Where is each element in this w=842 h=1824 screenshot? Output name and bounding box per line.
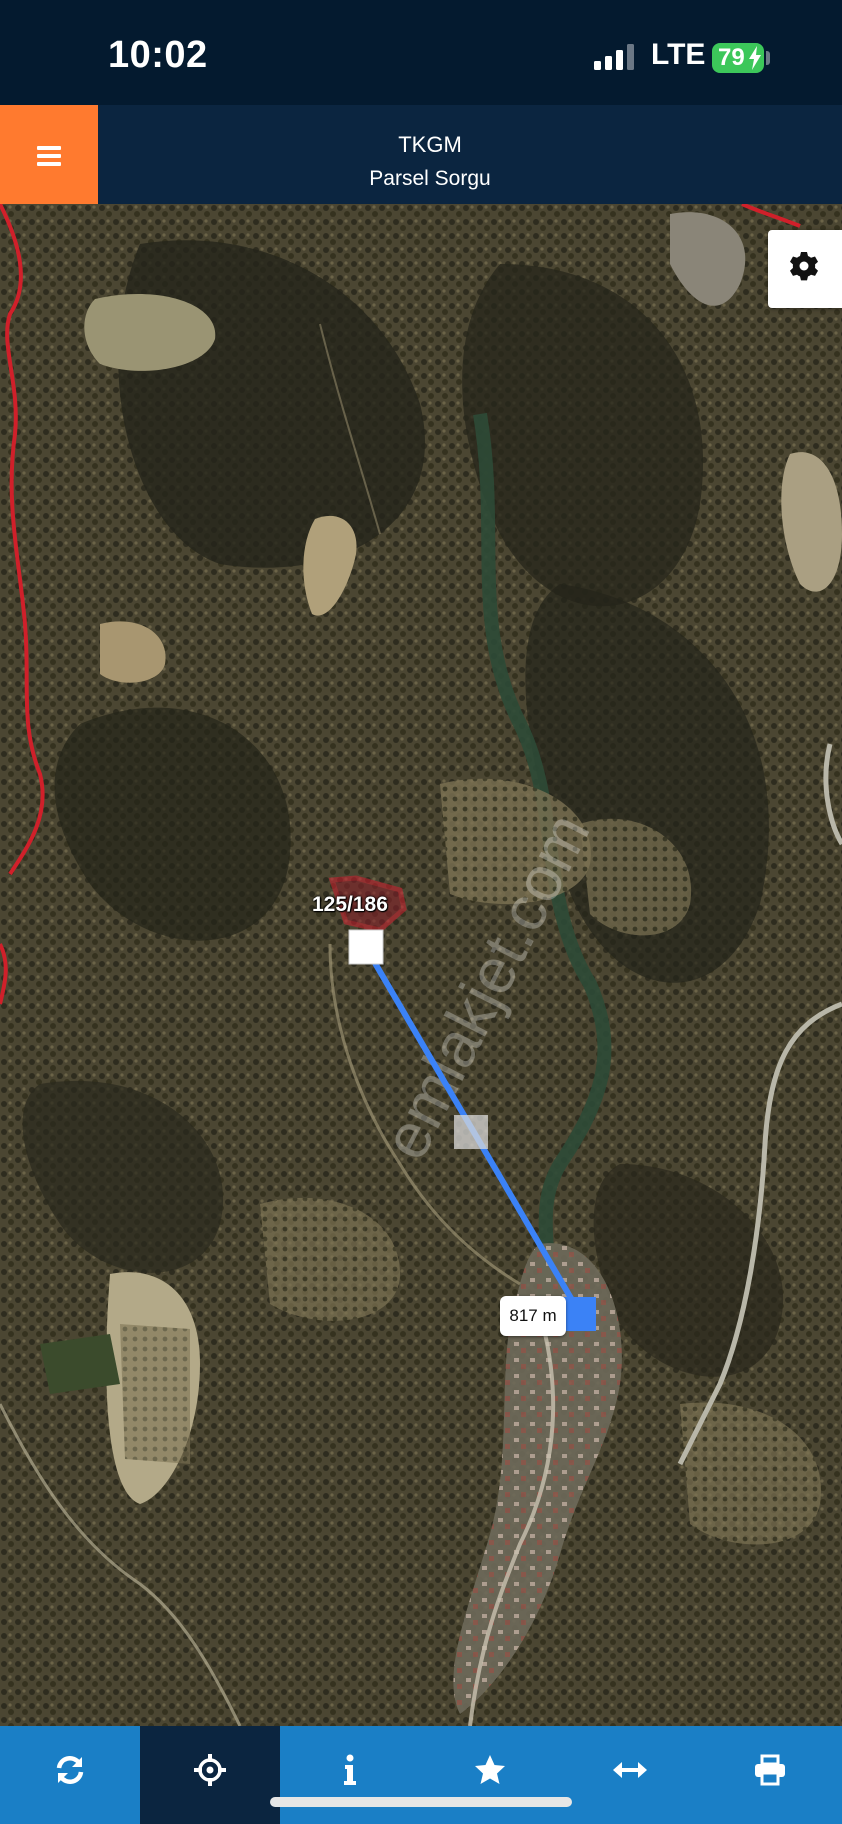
app-title: TKGM <box>398 132 462 157</box>
app-subtitle: Parsel Sorgu <box>369 167 491 190</box>
battery-level: 79 <box>718 44 745 71</box>
bottom-toolbar <box>0 1726 842 1824</box>
status-time: 10:02 <box>108 34 208 76</box>
measurement-end-handle[interactable] <box>562 1297 596 1331</box>
measurement-start-handle[interactable] <box>348 929 384 965</box>
gear-icon <box>790 252 818 281</box>
measure-arrows-icon <box>613 1762 647 1778</box>
refresh-icon <box>56 1755 84 1785</box>
star-icon <box>475 1755 505 1784</box>
app-header: TKGM Parsel Sorgu <box>0 105 842 204</box>
status-bar: 10:02 LTE 79 <box>0 0 842 105</box>
parcel-number-label: 125/186 <box>312 893 388 916</box>
info-icon <box>344 1754 356 1785</box>
map-imagery: emlakjet.com <box>0 204 842 1726</box>
home-indicator[interactable] <box>270 1797 572 1807</box>
distance-label: 817 m <box>500 1296 566 1336</box>
satellite-map[interactable]: emlakjet.com 125/186 817 m <box>0 204 842 1726</box>
settings-button[interactable] <box>768 230 842 308</box>
favorites-button[interactable] <box>420 1726 560 1824</box>
charging-bolt-icon <box>749 46 761 70</box>
info-button[interactable] <box>280 1726 420 1824</box>
print-icon <box>755 1754 785 1786</box>
battery-tip <box>766 51 770 65</box>
measure-button[interactable] <box>560 1726 700 1824</box>
network-type: LTE <box>651 38 706 71</box>
measurement-mid-handle[interactable] <box>454 1115 488 1149</box>
locate-button[interactable] <box>140 1726 280 1824</box>
signal-icon <box>594 44 634 70</box>
locate-crosshair-icon <box>194 1754 226 1786</box>
refresh-button[interactable] <box>0 1726 140 1824</box>
print-button[interactable] <box>700 1726 840 1824</box>
